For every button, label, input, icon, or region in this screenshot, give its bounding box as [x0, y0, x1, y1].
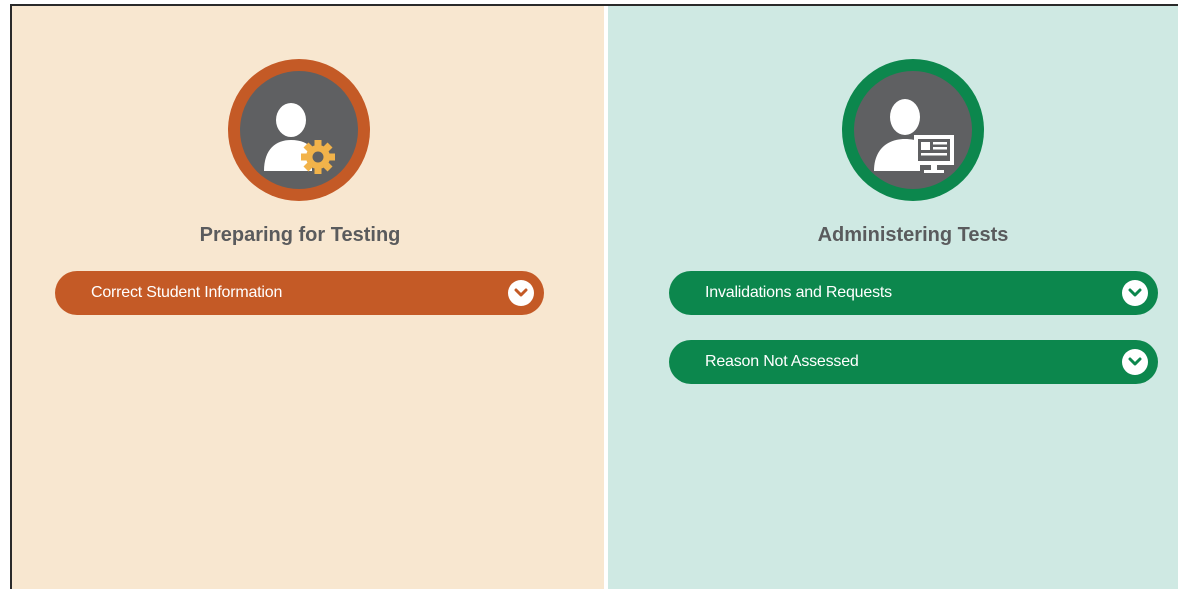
page-frame: Preparing for Testing Correct Student In…	[0, 0, 1178, 589]
accordion-label: Reason Not Assessed	[705, 353, 859, 370]
chevron-down-icon[interactable]	[508, 280, 534, 306]
accordion-label: Invalidations and Requests	[705, 284, 892, 301]
chevron-down-icon[interactable]	[1122, 349, 1148, 375]
accordion-correct-student-information[interactable]: Correct Student Information	[55, 271, 544, 315]
accordion-reason-not-assessed[interactable]: Reason Not Assessed	[669, 340, 1158, 384]
administering-badge	[842, 59, 984, 201]
accordion-invalidations-and-requests[interactable]: Invalidations and Requests	[669, 271, 1158, 315]
chevron-down-icon[interactable]	[1122, 280, 1148, 306]
accordion-label: Correct Student Information	[91, 284, 283, 301]
administering-title: Administering Tests	[817, 224, 1009, 246]
user-computer-icon	[874, 99, 954, 173]
preparing-title: Preparing for Testing	[199, 224, 401, 246]
user-gear-icon	[264, 103, 335, 174]
preparing-badge	[228, 59, 370, 201]
